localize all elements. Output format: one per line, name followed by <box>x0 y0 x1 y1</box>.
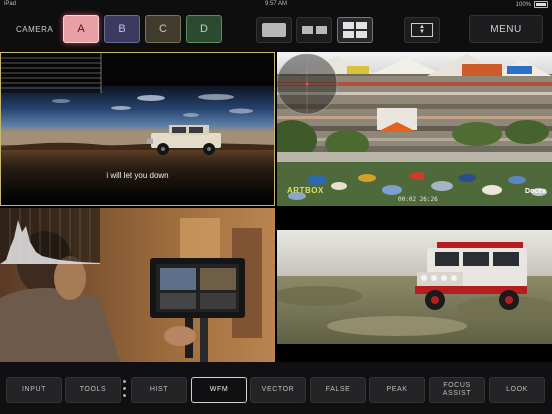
viewer-camera-d[interactable] <box>277 208 552 362</box>
clock: 9:57 AM <box>264 1 287 7</box>
top-toolbar: CAMERA A B C D ▲ ▼ MENU <box>0 10 552 50</box>
look-button[interactable]: LOOK <box>489 377 545 403</box>
camera-c-frame <box>0 208 275 362</box>
focus-assist-label-1: FOCUS <box>443 382 471 389</box>
subtitle-text: i will let you down <box>106 171 169 180</box>
single-view-button[interactable] <box>256 17 292 43</box>
battery-icon <box>534 1 548 8</box>
camera-b-frame <box>277 52 552 206</box>
viewer-camera-c[interactable] <box>0 208 275 362</box>
quad-view-button[interactable] <box>337 17 373 43</box>
vector-button[interactable]: VECTOR <box>250 377 306 403</box>
expand-button[interactable]: ▲ ▼ <box>404 17 440 43</box>
dual-view-button[interactable] <box>296 17 332 43</box>
artbox-logo: ARTBOX <box>287 186 324 195</box>
input-button[interactable]: INPUT <box>6 377 62 403</box>
quad-view-icon <box>343 22 354 29</box>
menu-button[interactable]: MENU <box>469 15 543 43</box>
camera-label: CAMERA <box>16 25 54 34</box>
status-bar: iPad 9:57 AM 100% <box>0 0 552 10</box>
expand-icon: ▲ ▼ <box>411 23 433 37</box>
camera-a-button[interactable]: A <box>63 15 99 43</box>
viewer-camera-a[interactable]: i will let you down <box>0 52 275 206</box>
docex-logo: Docex <box>524 188 546 195</box>
camera-d-frame <box>277 208 552 362</box>
more-dots-icon[interactable] <box>123 380 127 402</box>
peak-button[interactable]: PEAK <box>369 377 425 403</box>
bottom-toolbar: INPUT TOOLS HIST WFM VECTOR FALSE PEAK F… <box>0 362 552 414</box>
camera-d-button[interactable]: D <box>186 15 222 43</box>
viewer-camera-b[interactable]: ARTBOX 00:02 26:26 Docex <box>277 52 552 206</box>
hist-button[interactable]: HIST <box>131 377 187 403</box>
camera-b-button[interactable]: B <box>104 15 140 43</box>
camera-c-button[interactable]: C <box>145 15 181 43</box>
focus-assist-label-2: ASSIST <box>442 390 472 397</box>
wfm-button[interactable]: WFM <box>191 377 247 403</box>
battery-percent: 100% <box>515 1 531 8</box>
battery-status: 100% <box>516 1 548 8</box>
viewer-grid: i will let you down ARTBOX 00:02 26:26 D… <box>0 52 552 362</box>
single-view-icon <box>262 23 286 37</box>
tools-button[interactable]: TOOLS <box>65 377 121 403</box>
timecode: 00:02 26:26 <box>398 196 438 203</box>
focus-assist-button[interactable]: FOCUS ASSIST <box>429 377 485 403</box>
dual-view-icon <box>302 26 313 34</box>
false-color-button[interactable]: FALSE <box>310 377 366 403</box>
camera-a-frame <box>1 53 274 205</box>
